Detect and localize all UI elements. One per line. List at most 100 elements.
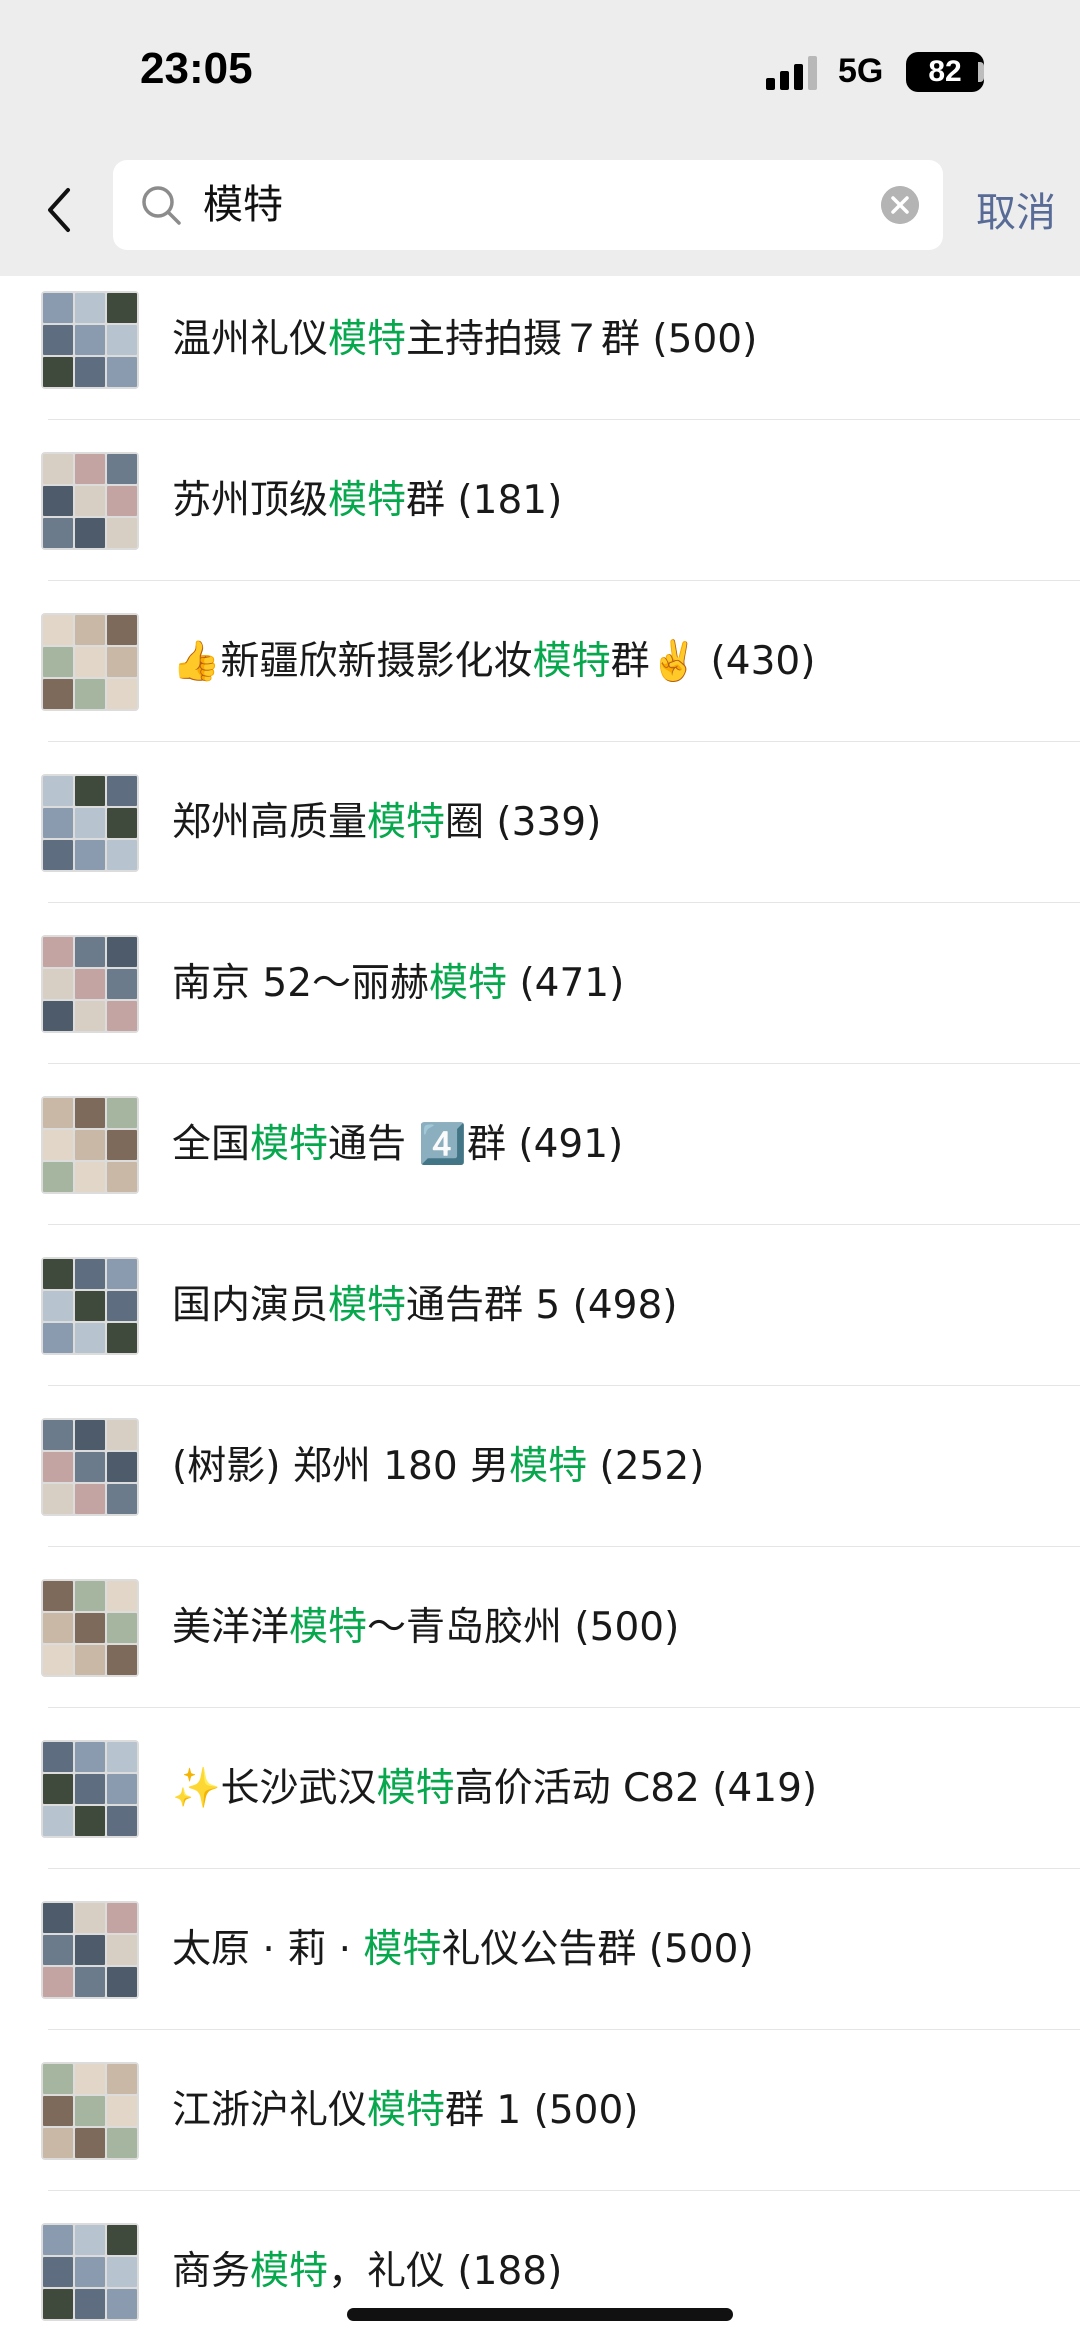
avatar-tile	[107, 325, 137, 355]
group-avatar	[41, 1901, 139, 1999]
search-result-row[interactable]: 温州礼仪模特主持拍摄７群 (500)	[0, 276, 1080, 420]
search-result-row[interactable]: 南京 52～丽赫模特 (471)	[0, 903, 1080, 1064]
avatar-tile	[43, 840, 73, 870]
group-avatar	[41, 2223, 139, 2321]
avatar-tile	[75, 2096, 105, 2126]
avatar-tile	[107, 1098, 137, 1128]
group-name-prefix: 苏州顶级	[172, 478, 329, 523]
search-result-row[interactable]: 美洋洋模特～青岛胶州 (500)	[0, 1547, 1080, 1708]
avatar-tile	[107, 1452, 137, 1482]
group-name-prefix: 南京 52～丽赫	[172, 961, 430, 1006]
avatar-tile	[107, 2225, 137, 2255]
group-name-suffix: 通告群 5 (498)	[406, 1283, 678, 1328]
avatar-tile	[43, 1903, 73, 1933]
cancel-button[interactable]: 取消	[976, 180, 1056, 238]
clear-icon[interactable]	[881, 186, 919, 224]
group-avatar	[41, 774, 139, 872]
avatar-tile	[75, 679, 105, 709]
back-icon[interactable]	[38, 180, 82, 240]
group-name-prefix: 温州礼仪	[172, 317, 329, 362]
avatar-tile	[107, 357, 137, 387]
avatar-tile	[107, 2064, 137, 2094]
avatar-tile	[75, 1645, 105, 1675]
group-name-prefix: 国内演员	[172, 1283, 329, 1328]
avatar-tile	[43, 2225, 73, 2255]
avatar-tile	[75, 1581, 105, 1611]
group-name: 南京 52～丽赫模特 (471)	[172, 954, 624, 1014]
avatar-tile	[75, 1420, 105, 1450]
avatar-tile	[75, 1130, 105, 1160]
avatar-tile	[107, 1774, 137, 1804]
avatar-tile	[107, 2096, 137, 2126]
group-avatar	[41, 935, 139, 1033]
search-result-row[interactable]: 郑州高质量模特圈 (339)	[0, 742, 1080, 903]
avatar-tile	[43, 2257, 73, 2287]
avatar-tile	[43, 2064, 73, 2094]
group-name: 全国模特通告 4️⃣群 (491)	[172, 1115, 623, 1175]
group-name-suffix: (471)	[507, 961, 625, 1006]
search-result-row[interactable]: (树影) 郑州 180 男模特 (252)	[0, 1386, 1080, 1547]
avatar-tile	[107, 2128, 137, 2158]
avatar-tile	[43, 518, 73, 548]
group-name-suffix: 礼仪公告群 (500)	[441, 1927, 754, 1972]
avatar-tile	[75, 776, 105, 806]
avatar-tile	[107, 1903, 137, 1933]
avatar-tile	[43, 1323, 73, 1353]
avatar-tile	[43, 1420, 73, 1450]
group-name: 👍新疆欣新摄影化妆模特群✌️ (430)	[172, 632, 815, 692]
avatar-tile	[75, 1323, 105, 1353]
avatar-tile	[43, 1452, 73, 1482]
group-avatar	[41, 1579, 139, 1677]
search-result-row[interactable]: 太原 · 莉 · 模特礼仪公告群 (500)	[0, 1869, 1080, 2030]
group-name-suffix: 通告 4️⃣群 (491)	[328, 1122, 624, 1167]
keyword-highlight: 模特	[328, 317, 407, 362]
group-name-suffix: 高价活动 C82 (419)	[454, 1766, 818, 1811]
group-avatar	[41, 291, 139, 389]
avatar-tile	[43, 2096, 73, 2126]
group-name-suffix: ，礼仪 (188)	[328, 2249, 563, 2294]
search-result-row[interactable]: 👍新疆欣新摄影化妆模特群✌️ (430)	[0, 581, 1080, 742]
group-avatar	[41, 452, 139, 550]
group-name-suffix: 群✌️ (430)	[610, 639, 816, 684]
avatar-tile	[107, 1291, 137, 1321]
keyword-highlight: 模特	[328, 478, 407, 523]
group-name-prefix: 商务	[172, 2249, 251, 2294]
avatar-tile	[75, 1806, 105, 1836]
group-avatar	[41, 1740, 139, 1838]
search-result-row[interactable]: ✨长沙武汉模特高价活动 C82 (419)	[0, 1708, 1080, 1869]
avatar-tile	[43, 969, 73, 999]
battery-icon: 82	[906, 52, 984, 92]
search-result-row[interactable]: 全国模特通告 4️⃣群 (491)	[0, 1064, 1080, 1225]
avatar-tile	[75, 1903, 105, 1933]
search-icon	[142, 186, 181, 225]
avatar-tile	[43, 776, 73, 806]
avatar-tile	[107, 1323, 137, 1353]
group-avatar	[41, 1418, 139, 1516]
avatar-tile	[107, 2289, 137, 2319]
avatar-tile	[43, 325, 73, 355]
avatar-tile	[43, 1581, 73, 1611]
group-name-prefix: 太原 · 莉 ·	[172, 1927, 364, 1972]
group-name-prefix: ✨长沙武汉	[172, 1766, 377, 1811]
search-result-row[interactable]: 江浙沪礼仪模特群 1 (500)	[0, 2030, 1080, 2191]
avatar-tile	[43, 808, 73, 838]
status-bar: 23:05 5G 82	[0, 0, 1080, 150]
group-avatar	[41, 1096, 139, 1194]
group-name-suffix: 主持拍摄７群 (500)	[406, 317, 758, 362]
avatar-tile	[43, 1291, 73, 1321]
group-name-prefix: 美洋洋	[172, 1605, 290, 1650]
group-name-prefix: 👍新疆欣新摄影化妆	[172, 639, 533, 684]
avatar-tile	[43, 615, 73, 645]
network-type: 5G	[838, 52, 884, 90]
search-input[interactable]: 模特	[203, 160, 283, 250]
search-result-row[interactable]: 国内演员模特通告群 5 (498)	[0, 1225, 1080, 1386]
group-name: 美洋洋模特～青岛胶州 (500)	[172, 1598, 679, 1658]
search-result-row[interactable]: 苏州顶级模特群 (181)	[0, 420, 1080, 581]
avatar-tile	[43, 2128, 73, 2158]
avatar-tile	[75, 1291, 105, 1321]
search-field[interactable]: 模特	[113, 160, 943, 250]
group-avatar	[41, 613, 139, 711]
avatar-tile	[107, 808, 137, 838]
avatar-tile	[75, 2128, 105, 2158]
group-name-prefix: 郑州高质量	[172, 800, 368, 845]
